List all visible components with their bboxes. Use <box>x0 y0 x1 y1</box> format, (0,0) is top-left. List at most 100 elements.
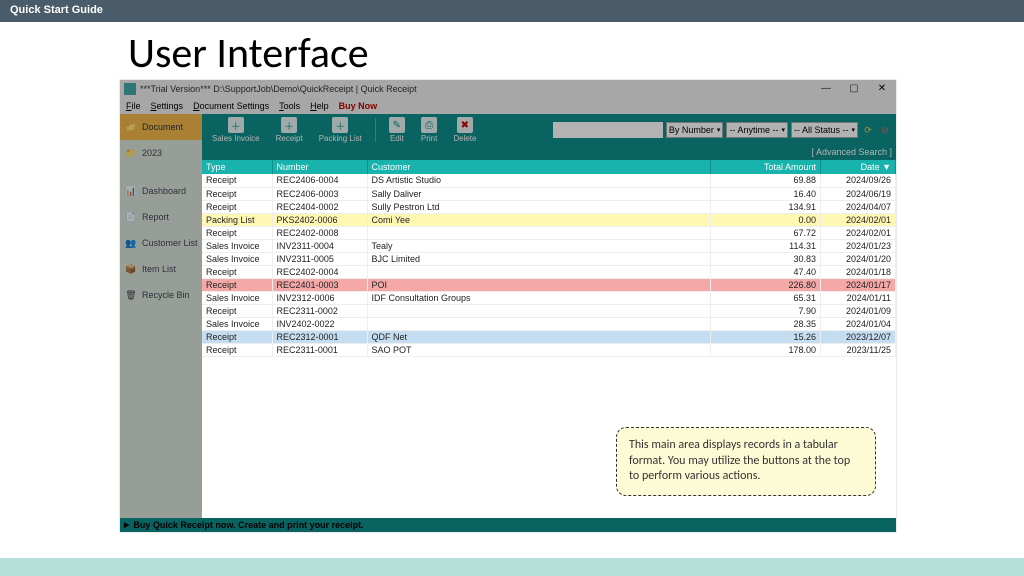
window-titlebar: ***Trial Version*** D:\SupportJob\Demo\Q… <box>120 80 896 97</box>
table-row[interactable]: ReceiptREC2402-000867.722024/02/01 <box>202 226 896 239</box>
cell-num: REC2311-0001 <box>272 343 367 356</box>
cell-type: Receipt <box>202 200 272 213</box>
cell-cust <box>367 317 711 330</box>
cell-amt: 7.90 <box>711 304 821 317</box>
table-row[interactable]: ReceiptREC2311-00027.902024/01/09 <box>202 304 896 317</box>
menubar: File Settings Document Settings Tools Help Bu… <box>120 97 896 114</box>
status-filter-dropdown[interactable]: -- All Status -- <box>791 122 858 138</box>
print-button[interactable]: ⎙Print <box>415 115 443 145</box>
menu-file[interactable]: File <box>126 101 141 111</box>
table-row[interactable]: Sales InvoiceINV2311-0005BJC Limited30.8… <box>202 252 896 265</box>
packing-list-icon: ＋ <box>332 117 348 133</box>
minimize-button[interactable]: — <box>812 80 840 97</box>
col-number[interactable]: Number <box>272 160 367 174</box>
table-row[interactable]: ReceiptREC2406-0003Sally Daliver16.40202… <box>202 187 896 200</box>
table-row[interactable]: Sales InvoiceINV2312-0006IDF Consultatio… <box>202 291 896 304</box>
app-window: ***Trial Version*** D:\SupportJob\Demo\Q… <box>120 80 896 532</box>
cell-type: Receipt <box>202 278 272 291</box>
sidebar-item-2023[interactable]: 📁2023 <box>120 140 202 166</box>
table-row[interactable]: ReceiptREC2312-0001QDF Net15.262023/12/0… <box>202 330 896 343</box>
cell-type: Sales Invoice <box>202 252 272 265</box>
cell-amt: 65.31 <box>711 291 821 304</box>
records-table-wrap: TypeNumberCustomerTotal AmountDate ▼ Rec… <box>202 160 896 518</box>
col-customer[interactable]: Customer <box>367 160 711 174</box>
advanced-search-link[interactable]: [ Advanced Search ] <box>202 146 896 160</box>
packing-list-button[interactable]: ＋Packing List <box>313 115 368 145</box>
table-row[interactable]: Packing ListPKS2402-0006Comi Yee0.002024… <box>202 213 896 226</box>
cell-cust <box>367 304 711 317</box>
cell-date: 2023/12/07 <box>821 330 896 343</box>
sales-invoice-button[interactable]: ＋Sales Invoice <box>206 115 266 145</box>
trash-icon: 🗑 <box>124 288 138 302</box>
date-filter-dropdown[interactable]: -- Anytime -- <box>726 122 788 138</box>
cell-num: REC2402-0008 <box>272 226 367 239</box>
status-bar[interactable]: Buy Quick Receipt now. Create and print … <box>120 518 896 532</box>
cell-type: Receipt <box>202 174 272 187</box>
receipt-button[interactable]: ＋Receipt <box>270 115 309 145</box>
table-row[interactable]: ReceiptREC2311-0001SAO POT178.002023/11/… <box>202 343 896 356</box>
menu-buy-now[interactable]: Buy Now <box>339 101 378 111</box>
table-row[interactable]: Sales InvoiceINV2402-002228.352024/01/04 <box>202 317 896 330</box>
receipt-icon: ＋ <box>281 117 297 133</box>
cell-type: Sales Invoice <box>202 239 272 252</box>
cell-num: INV2402-0022 <box>272 317 367 330</box>
cell-cust: Sully Pestron Ltd <box>367 200 711 213</box>
cell-num: REC2406-0003 <box>272 187 367 200</box>
app-icon <box>124 83 136 95</box>
sidebar-item-label: Report <box>142 212 169 222</box>
dash-icon: 📊 <box>124 184 138 198</box>
cancel-icon[interactable]: ⊘ <box>878 123 892 137</box>
sidebar-item-customer-list[interactable]: 👥Customer List <box>120 230 202 256</box>
menu-document-settings[interactable]: Document Settings <box>193 101 269 111</box>
refresh-icon[interactable]: ⟳ <box>861 123 875 137</box>
cell-num: INV2312-0006 <box>272 291 367 304</box>
cell-type: Sales Invoice <box>202 291 272 304</box>
cell-type: Receipt <box>202 265 272 278</box>
sidebar-item-recycle-bin[interactable]: 🗑Recycle Bin <box>120 282 202 308</box>
table-row[interactable]: ReceiptREC2402-0004 47.402024/01/18 <box>202 265 896 278</box>
edit-button[interactable]: ✎Edit <box>383 115 411 145</box>
cell-cust: Tealy <box>367 239 711 252</box>
table-row[interactable]: ReceiptREC2401-0003POI226.802024/01/17 <box>202 278 896 291</box>
cell-amt: 47.40 <box>711 265 821 278</box>
cell-cust: BJC Limited <box>367 252 711 265</box>
cell-num: REC2401-0003 <box>272 278 367 291</box>
cell-cust: QDF Net <box>367 330 711 343</box>
cell-cust: Comi Yee <box>367 213 711 226</box>
sidebar-item-report[interactable]: 📄Report <box>120 204 202 230</box>
search-input[interactable] <box>553 122 663 138</box>
cell-date: 2023/11/25 <box>821 343 896 356</box>
cell-type: Receipt <box>202 226 272 239</box>
cell-date: 2024/09/26 <box>821 174 896 187</box>
window-title: ***Trial Version*** D:\SupportJob\Demo\Q… <box>140 84 417 94</box>
table-row[interactable]: ReceiptREC2404-0002Sully Pestron Ltd134.… <box>202 200 896 213</box>
menu-help[interactable]: Help <box>310 101 329 111</box>
sidebar-item-label: Dashboard <box>142 186 186 196</box>
toolbar-btn-label: Packing List <box>319 134 362 143</box>
cell-cust: Sally Daliver <box>367 187 711 200</box>
cell-num: INV2311-0005 <box>272 252 367 265</box>
menu-tools[interactable]: Tools <box>279 101 300 111</box>
cell-num: REC2402-0004 <box>272 265 367 278</box>
table-row[interactable]: ReceiptREC2406-0004DS Artistic Studio69.… <box>202 174 896 187</box>
cell-type: Sales Invoice <box>202 317 272 330</box>
sidebar-item-item-list[interactable]: 📦Item List <box>120 256 202 282</box>
col-type[interactable]: Type <box>202 160 272 174</box>
delete-button[interactable]: ✖Delete <box>447 115 482 145</box>
info-callout: This main area displays records in a tab… <box>616 427 876 496</box>
cell-date: 2024/01/09 <box>821 304 896 317</box>
cell-date: 2024/01/18 <box>821 265 896 278</box>
sidebar-item-dashboard[interactable]: 📊 Dashboard <box>120 178 202 204</box>
col-date[interactable]: Date ▼ <box>821 160 896 174</box>
print-icon: ⎙ <box>421 117 437 133</box>
cell-date: 2024/01/23 <box>821 239 896 252</box>
table-row[interactable]: Sales InvoiceINV2311-0004Tealy114.312024… <box>202 239 896 252</box>
col-total[interactable]: Total Amount <box>711 160 821 174</box>
maximize-button[interactable]: ▢ <box>840 80 868 97</box>
cell-date: 2024/01/04 <box>821 317 896 330</box>
menu-settings[interactable]: Settings <box>151 101 184 111</box>
toolbar-btn-label: Receipt <box>276 134 303 143</box>
close-button[interactable]: ✕ <box>868 80 896 97</box>
search-by-dropdown[interactable]: By Number <box>666 122 724 138</box>
sidebar-item-document[interactable]: 📁Document <box>120 114 202 140</box>
